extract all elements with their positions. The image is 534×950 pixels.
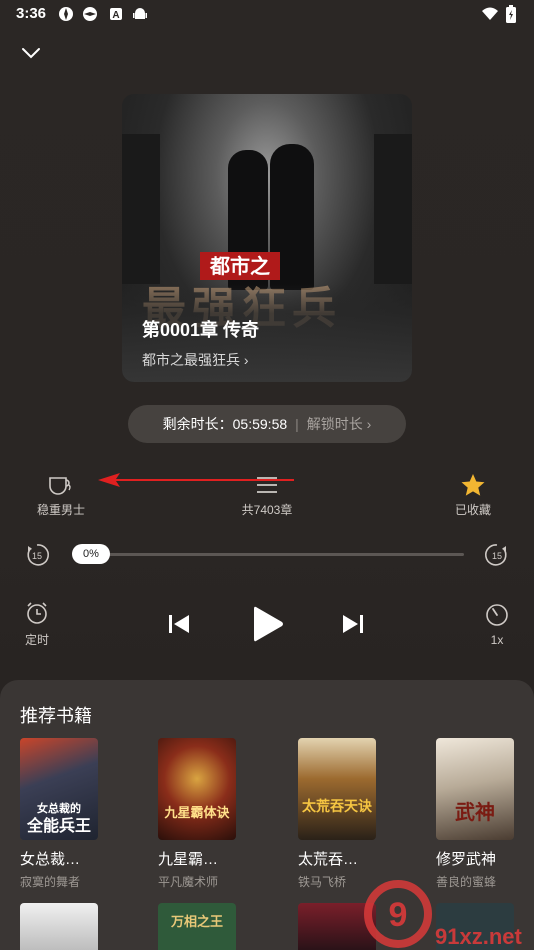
chapter-title: 第0001章 传奇 (142, 320, 260, 340)
cover-title: 武神 (455, 800, 495, 824)
book-cover: 武神 (436, 738, 514, 840)
svg-text:9: 9 (389, 896, 408, 934)
book-name-link[interactable]: 都市之最强狂兵 › (142, 350, 249, 370)
book-cover: 女总裁的 全能兵王 (20, 738, 98, 840)
alarm-clock-icon (27, 602, 47, 624)
book-card[interactable]: 太荒吞天诀 太荒吞… 铁马飞桥 (298, 738, 376, 890)
play-icon[interactable] (250, 604, 286, 644)
speed-label: 1x (490, 633, 504, 647)
timer-button[interactable]: 定时 (20, 600, 54, 648)
battery-icon (506, 5, 516, 23)
timer-label: 定时 (24, 633, 49, 647)
next-track-icon[interactable] (340, 612, 366, 636)
star-icon (461, 474, 485, 496)
cover-title: 万相之王 (170, 915, 223, 930)
book-card[interactable]: 女总裁的 全能兵王 女总裁… 寂寞的舞者 (20, 738, 98, 890)
app-notification-icon-2 (83, 7, 97, 21)
remaining-time-pill: 剩余时长：05:59:58 | 解锁时长 › (128, 405, 406, 443)
rewind-15-label: 15 (32, 551, 42, 561)
previous-track-icon[interactable] (166, 612, 192, 636)
svg-text:A: A (112, 10, 119, 21)
book-cover-row2[interactable]: 万相之王 (158, 903, 236, 950)
watermark-logo: 9 91xz.net (364, 880, 522, 949)
forward-15-label: 15 (492, 551, 502, 561)
book-cover-row2[interactable] (20, 903, 98, 950)
book-cover: 九星霸体诀 (158, 738, 236, 840)
remaining-separator: | (295, 416, 299, 432)
book-title: 女总裁… (20, 851, 81, 868)
chapter-list-option[interactable]: 共7403章 (234, 472, 300, 518)
book-title: 九星霸… (158, 851, 219, 868)
book-cover-card[interactable]: 都市之 最强狂兵 第0001章 传奇 都市之最强狂兵 › (122, 94, 412, 382)
list-icon (257, 477, 277, 493)
voice-label: 稳重男士 (36, 503, 85, 517)
cover-title: 全能兵王 (26, 816, 91, 835)
book-author: 平凡魔术师 (158, 875, 219, 889)
chapter-count-label: 共7403章 (241, 503, 293, 517)
voice-option[interactable]: 稳重男士 (30, 472, 92, 518)
status-bar: 3:36 A (0, 0, 534, 28)
unlock-time-button[interactable]: 解锁时长 › (307, 416, 372, 432)
speed-gauge-icon (486, 604, 508, 626)
book-title: 太荒吞… (298, 851, 359, 868)
cover-pillar-left (122, 134, 160, 284)
voice-cup-icon (49, 477, 71, 495)
progress-knob[interactable]: 0% (72, 544, 110, 564)
remaining-time-label: 剩余时长：05:59:58 (162, 416, 288, 432)
android-icon (133, 8, 147, 19)
forward-15-icon[interactable]: 15 (484, 542, 510, 568)
favorite-option[interactable]: 已收藏 (446, 472, 500, 518)
app-notification-icon (59, 7, 73, 21)
progress-track[interactable] (74, 553, 464, 556)
favorite-label: 已收藏 (454, 503, 491, 517)
speed-button[interactable]: 1x (482, 602, 512, 647)
recommend-title: 推荐书籍 (20, 706, 92, 726)
wifi-icon (482, 7, 498, 20)
cover-title: 太荒吞天诀 (302, 799, 372, 815)
cover-title: 九星霸体诀 (164, 806, 230, 821)
font-notification-icon: A (110, 8, 122, 21)
book-card[interactable]: 九星霸体诀 九星霸… 平凡魔术师 (158, 738, 236, 890)
collapse-chevron-icon[interactable] (20, 42, 42, 64)
book-card[interactable]: 武神 修罗武神 善良的蜜蜂 (436, 738, 514, 890)
cover-pillar-right (374, 134, 412, 284)
book-cover: 太荒吞天诀 (298, 738, 376, 840)
book-title: 修罗武神 (436, 851, 497, 868)
rewind-15-icon[interactable]: 15 (24, 542, 50, 568)
book-author: 寂寞的舞者 (20, 875, 81, 889)
watermark-text: 91xz.net (435, 924, 522, 949)
status-time: 3:36 (16, 5, 47, 22)
